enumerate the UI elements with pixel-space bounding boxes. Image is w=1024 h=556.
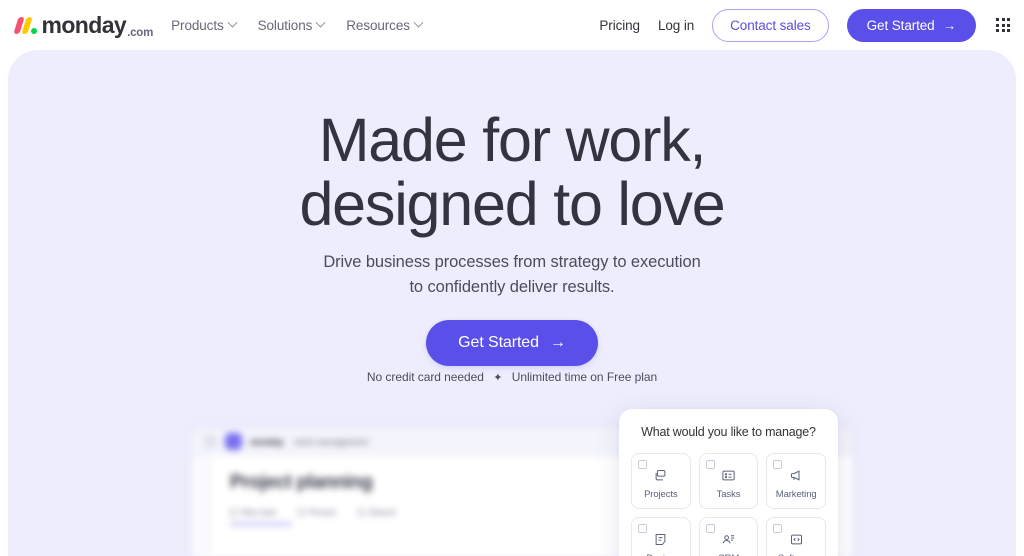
- hero-subheadline: Drive business processes from strategy t…: [8, 250, 1016, 300]
- mockup-brand: monday: [250, 436, 284, 447]
- logo-wordmark: monday: [41, 11, 127, 38]
- header-actions: Pricing Log in Contact sales Get Started…: [599, 8, 1010, 42]
- task-list-icon: [721, 466, 736, 484]
- checkbox-design[interactable]: [638, 524, 647, 533]
- layers-icon: [653, 466, 668, 484]
- option-label: Tasks: [716, 489, 741, 500]
- contact-sales-button[interactable]: Contact sales: [712, 8, 829, 42]
- option-tile-marketing[interactable]: Marketing: [766, 453, 826, 509]
- mockup-sidebar-rail: [192, 456, 210, 556]
- option-tile-tasks[interactable]: Tasks: [698, 453, 759, 509]
- manage-options-grid: Projects Tasks Marketing: [631, 453, 826, 556]
- option-tile-software[interactable]: Software: [766, 517, 826, 556]
- primary-nav: Products Solutions Resources: [171, 17, 424, 33]
- nav-item-pricing[interactable]: Pricing: [599, 18, 640, 33]
- mockup-brand-subtitle: work management: [294, 436, 369, 447]
- hamburger-menu-icon: [204, 435, 217, 448]
- apps-grid-icon[interactable]: [996, 18, 1010, 32]
- contacts-icon: [721, 530, 736, 548]
- plus-icon: [230, 508, 237, 516]
- hero-get-started-button[interactable]: Get Started →: [426, 320, 598, 366]
- person-icon: [297, 508, 305, 516]
- option-tile-design[interactable]: Design: [631, 517, 691, 556]
- page-title: Made for work, designed to love: [8, 108, 1016, 236]
- checkbox-software[interactable]: [773, 524, 783, 533]
- headline-line-2: designed to love: [299, 170, 725, 239]
- manage-selection-card: What would you like to manage? Projects: [619, 409, 838, 556]
- option-tile-projects[interactable]: Projects: [631, 453, 691, 509]
- tool-label: Search: [368, 507, 396, 517]
- code-icon: [789, 530, 804, 548]
- nav-item-solutions[interactable]: Solutions: [257, 17, 326, 33]
- mockup-tool-person: Person: [297, 507, 336, 517]
- checkbox-projects[interactable]: [638, 460, 647, 469]
- nav-item-products[interactable]: Products: [171, 17, 238, 33]
- search-icon: [357, 508, 365, 516]
- checkbox-tasks[interactable]: [705, 460, 715, 469]
- logo-suffix: .com: [127, 26, 154, 39]
- hero-microcopy: No credit card needed ✦ Unlimited time o…: [8, 370, 1016, 384]
- nav-label: Products: [171, 17, 224, 33]
- arrow-right-icon: →: [549, 334, 566, 351]
- headline-line-1: Made for work,: [318, 106, 707, 174]
- button-label: Get Started: [458, 334, 539, 351]
- app-icon: [225, 433, 242, 450]
- nav-label: Resources: [346, 17, 410, 33]
- subheadline-line-1: Drive business processes from strategy t…: [323, 253, 701, 271]
- megaphone-icon: [789, 466, 804, 484]
- button-label: Get Started: [866, 17, 935, 33]
- nav-item-login[interactable]: Log in: [658, 18, 694, 33]
- logo-bars-icon: [13, 16, 39, 34]
- hero-section: Made for work, designed to love Drive bu…: [8, 50, 1016, 556]
- nav-item-resources[interactable]: Resources: [346, 17, 424, 33]
- sparkle-icon: ✦: [493, 372, 503, 384]
- option-tile-crm[interactable]: CRM: [698, 517, 759, 556]
- card-question-title: What would you like to manage?: [641, 425, 816, 439]
- chevron-down-icon: [315, 17, 326, 28]
- site-header: monday .com Products Solutions Resources…: [0, 0, 1024, 50]
- mockup-active-underline: [230, 523, 292, 525]
- page-root: monday .com Products Solutions Resources…: [0, 0, 1024, 556]
- tool-label: New task: [241, 507, 276, 517]
- mockup-tool-new-task: New task: [230, 507, 276, 517]
- option-label: Projects: [644, 489, 678, 500]
- nav-label: Solutions: [257, 17, 313, 33]
- mockup-tool-search: Search: [357, 507, 396, 517]
- chevron-down-icon: [413, 17, 424, 28]
- monday-logo[interactable]: monday .com: [13, 10, 154, 40]
- arrow-right-icon: →: [942, 17, 957, 33]
- header-get-started-button[interactable]: Get Started →: [846, 8, 976, 42]
- option-label: Marketing: [775, 489, 817, 500]
- hero-cta-wrapper: Get Started →: [8, 320, 1016, 366]
- checkbox-crm[interactable]: [705, 524, 715, 533]
- tool-label: Person: [308, 507, 336, 517]
- checkbox-marketing[interactable]: [773, 460, 783, 469]
- chevron-down-icon: [227, 17, 238, 28]
- subheadline-line-2: to confidently deliver results.: [409, 277, 615, 296]
- microcopy-free-plan: Unlimited time on Free plan: [511, 370, 658, 384]
- note-pen-icon: [653, 530, 668, 548]
- microcopy-no-credit-card: No credit card needed: [366, 370, 484, 384]
